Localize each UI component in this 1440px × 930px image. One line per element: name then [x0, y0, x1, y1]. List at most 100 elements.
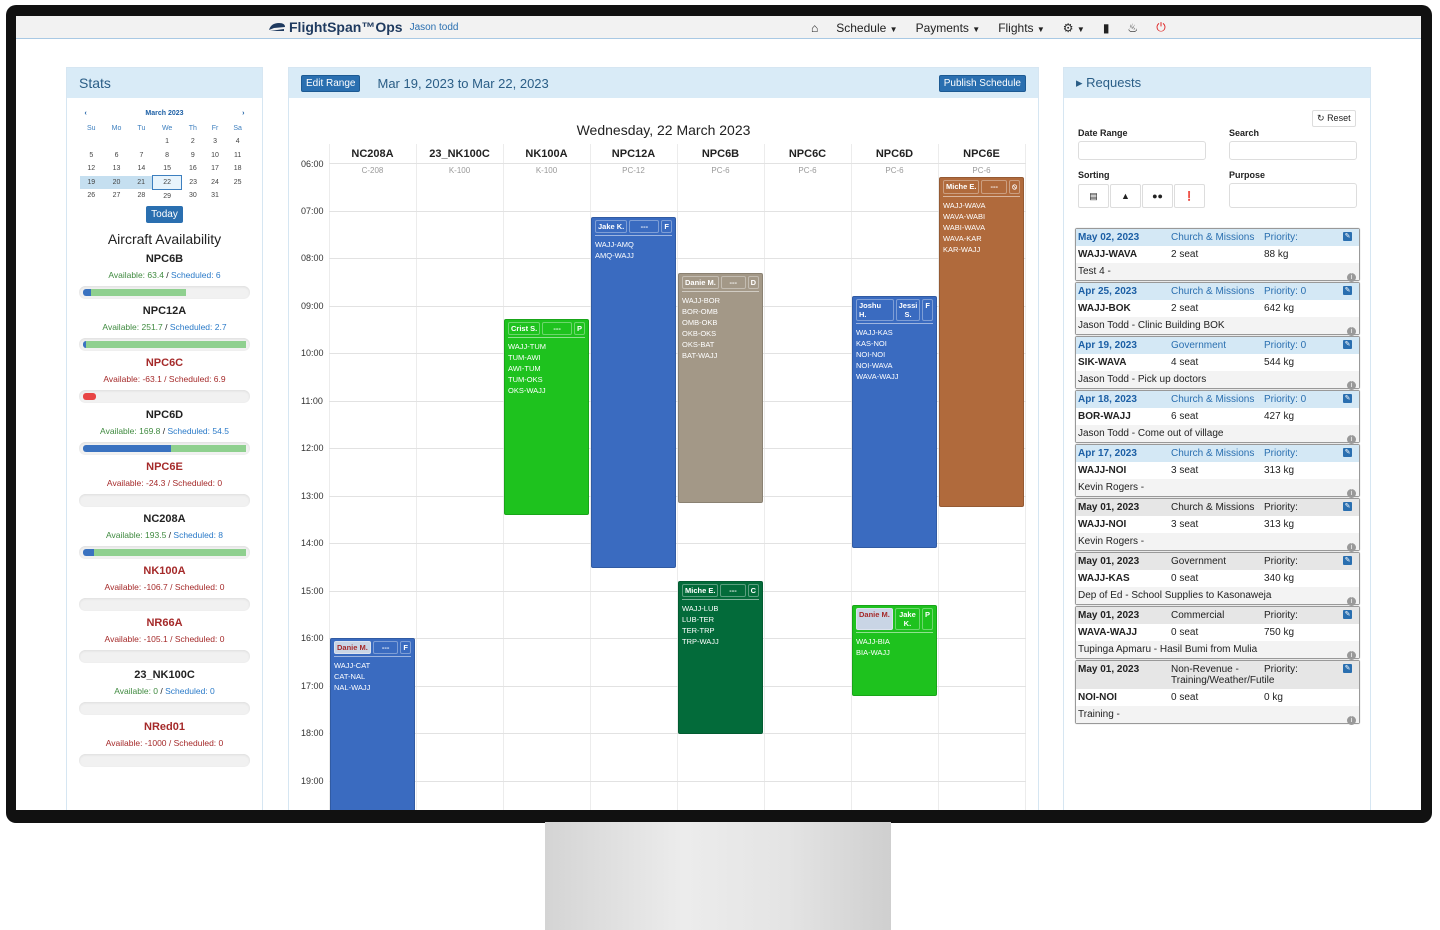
request-card[interactable]: May 01, 2023 Non-Revenue - Training/Weath…: [1075, 660, 1360, 725]
calendar-day[interactable]: 10: [204, 149, 226, 163]
calendar-day[interactable]: 3: [204, 135, 226, 149]
calendar-day[interactable]: 11: [226, 149, 250, 163]
flight-block[interactable]: Miche E. --- C WAJJ-LUB LUB-TER TER-TRP TRP-WA…: [678, 581, 763, 734]
pilot-badge[interactable]: Joshu H.: [856, 299, 894, 321]
copilot-badge[interactable]: ---: [542, 321, 572, 335]
edit-icon[interactable]: ✎: [1343, 394, 1352, 403]
request-card[interactable]: May 01, 2023 Government Priority: ✎ WAJJ-KA…: [1075, 552, 1360, 606]
flight-block[interactable]: Crist S. --- P WAJJ-TUM TUM-AWI AWI-TUM TUM-OK…: [504, 318, 589, 516]
calendar-day[interactable]: 26: [80, 189, 104, 203]
sort-weight-button[interactable]: ▲: [1110, 184, 1141, 208]
calendar-day[interactable]: 31: [204, 189, 226, 203]
gear-icon[interactable]: ⚙ ▼: [1063, 21, 1085, 35]
info-icon[interactable]: i: [1347, 435, 1356, 444]
calendar-day[interactable]: 2: [181, 135, 204, 149]
request-card[interactable]: May 01, 2023 Commercial Priority: ✎ WAVA-WA…: [1075, 606, 1360, 660]
calendar-day[interactable]: 7: [130, 149, 153, 163]
flight-block[interactable]: Danie M. --- D WAJJ-BOR BOR-OMB OMB-OKB OKB-OK…: [678, 273, 763, 504]
caret-right-icon[interactable]: ▸: [1076, 75, 1083, 90]
calendar-day[interactable]: 18: [226, 162, 250, 176]
user-name[interactable]: Jason todd: [410, 22, 459, 33]
requests-title[interactable]: Requests: [1086, 75, 1141, 90]
info-icon[interactable]: i: [1347, 651, 1356, 660]
edit-icon[interactable]: ✎: [1343, 448, 1352, 457]
calendar-day[interactable]: 9: [181, 149, 204, 163]
calendar-day[interactable]: 23: [181, 176, 204, 190]
purpose-input[interactable]: [1229, 183, 1357, 208]
pilot-badge[interactable]: Danie M.: [334, 641, 371, 654]
calendar-day[interactable]: 24: [204, 176, 226, 190]
flight-block[interactable]: Danie M. Jake K. P WAJJ-BIA BIA-WAJJ: [852, 604, 937, 696]
flight-type-badge[interactable]: F: [400, 641, 411, 654]
calendar-day[interactable]: 30: [181, 189, 204, 203]
edit-icon[interactable]: ✎: [1343, 664, 1352, 673]
copilot-badge[interactable]: Jake K.: [894, 607, 920, 630]
edit-icon[interactable]: ✎: [1343, 340, 1352, 349]
sort-date-button[interactable]: ▤: [1078, 184, 1109, 208]
calendar-day[interactable]: 15: [153, 162, 182, 176]
calendar-day[interactable]: 4: [226, 135, 250, 149]
publish-schedule-button[interactable]: Publish Schedule: [938, 74, 1026, 92]
prev-month-button[interactable]: ‹: [85, 110, 87, 117]
pilot-badge[interactable]: Jake K.: [595, 219, 628, 233]
flight-type-badge[interactable]: F: [922, 299, 933, 321]
calendar-day[interactable]: 1: [153, 135, 182, 149]
request-card[interactable]: May 01, 2023 Church & Missions Priority: ✎ …: [1075, 498, 1360, 552]
sort-priority-button[interactable]: ❗: [1174, 184, 1205, 208]
info-icon[interactable]: i: [1347, 381, 1356, 390]
copilot-badge[interactable]: ---: [372, 641, 399, 654]
flight-type-badge[interactable]: C: [747, 584, 759, 597]
calendar-day[interactable]: 29: [153, 189, 182, 203]
edit-icon[interactable]: ✎: [1343, 556, 1352, 565]
flight-type-badge[interactable]: P: [573, 321, 585, 335]
edit-icon[interactable]: ✎: [1343, 286, 1352, 295]
search-input[interactable]: [1229, 141, 1357, 160]
calendar-day[interactable]: 5: [80, 149, 104, 163]
calendar-day[interactable]: 13: [103, 162, 130, 176]
flight-block[interactable]: Danie M. --- F WAJJ-CAT CAT-NAL NAL-WAJJ: [330, 638, 415, 810]
calendar-day[interactable]: 16: [181, 162, 204, 176]
today-button[interactable]: Today: [146, 205, 183, 223]
info-icon[interactable]: i: [1347, 716, 1356, 725]
calendar-day[interactable]: 6: [103, 149, 130, 163]
bell-icon[interactable]: ♨: [1127, 21, 1138, 35]
copilot-badge[interactable]: ---: [720, 276, 746, 290]
calendar-day[interactable]: 17: [204, 162, 226, 176]
calendar-month[interactable]: March 2023: [145, 110, 183, 117]
flight-type-badge[interactable]: ⦸: [1009, 180, 1020, 195]
pilot-badge[interactable]: Miche E.: [943, 180, 980, 195]
calendar-day[interactable]: 12: [80, 162, 104, 176]
pilot-badge[interactable]: Danie M.: [682, 276, 719, 290]
info-icon[interactable]: i: [1347, 489, 1356, 498]
pilot-badge[interactable]: Danie M.: [856, 607, 893, 630]
edit-icon[interactable]: ✎: [1343, 232, 1352, 241]
edit-icon[interactable]: ✎: [1343, 502, 1352, 511]
flight-type-badge[interactable]: F: [661, 219, 672, 233]
edit-icon[interactable]: ✎: [1343, 610, 1352, 619]
pilot-badge[interactable]: Miche E.: [682, 584, 719, 597]
info-icon[interactable]: i: [1347, 273, 1356, 282]
flight-type-badge[interactable]: P: [921, 607, 933, 630]
flight-block[interactable]: Miche E. --- ⦸ WAJJ-WAVA WAVA-WABI WABI-WAVA W…: [939, 177, 1024, 508]
home-icon[interactable]: ⌂: [811, 21, 818, 35]
power-icon[interactable]: ⏻: [1156, 20, 1166, 35]
info-icon[interactable]: i: [1347, 543, 1356, 552]
request-card[interactable]: Apr 25, 2023 Church & Missions Priority: 0…: [1075, 282, 1360, 336]
copilot-badge[interactable]: Jessi S.: [895, 299, 921, 321]
nav-payments[interactable]: Payments ▼: [916, 21, 981, 35]
flight-block[interactable]: Jake K. --- F WAJJ-AMQ AMQ-WAJJ: [591, 216, 676, 569]
next-month-button[interactable]: ›: [242, 110, 244, 117]
request-card[interactable]: Apr 19, 2023 Government Priority: 0 ✎ SIK-W…: [1075, 336, 1360, 390]
nav-flights[interactable]: Flights ▼: [998, 21, 1045, 35]
copilot-badge[interactable]: ---: [629, 219, 660, 233]
copilot-badge[interactable]: ---: [720, 584, 746, 597]
info-icon[interactable]: i: [1347, 327, 1356, 336]
info-icon[interactable]: i: [1347, 597, 1356, 606]
calendar-day[interactable]: 14: [130, 162, 153, 176]
calendar-day[interactable]: 27: [103, 189, 130, 203]
calendar-day[interactable]: 20: [103, 175, 130, 189]
request-card[interactable]: May 02, 2023 Church & Missions Priority: ✎ …: [1075, 228, 1360, 282]
pilot-badge[interactable]: Crist S.: [508, 321, 541, 335]
calendar-day[interactable]: 8: [153, 149, 182, 163]
calendar-day[interactable]: 21: [129, 175, 153, 189]
